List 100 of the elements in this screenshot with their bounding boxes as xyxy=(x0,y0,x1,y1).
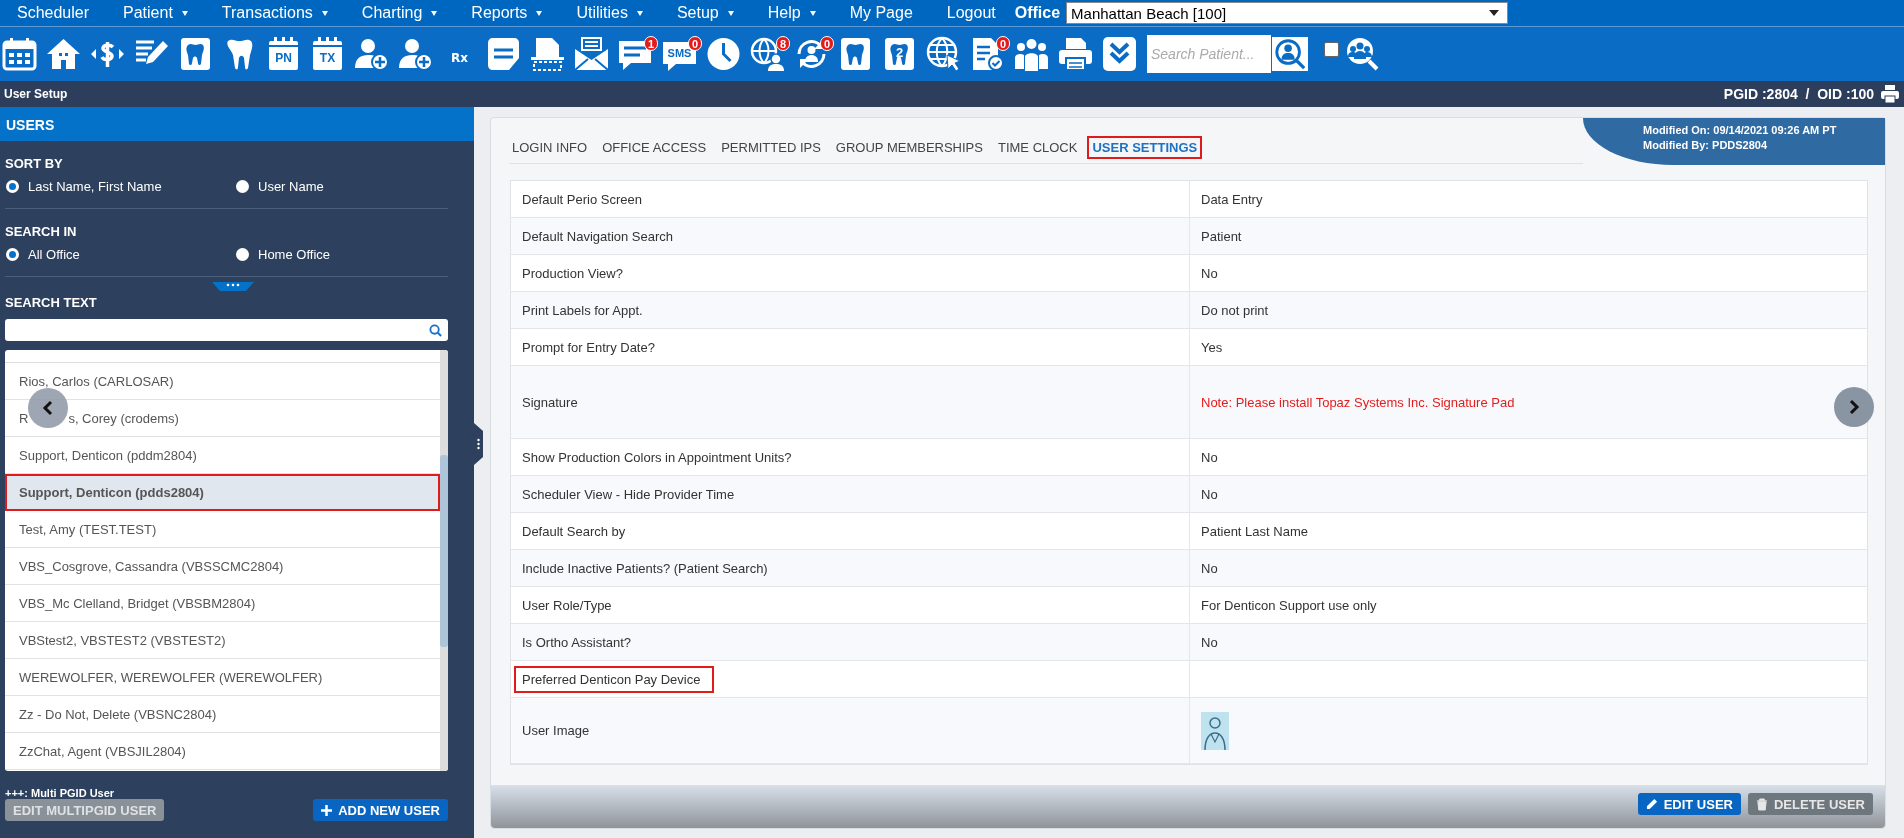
tab[interactable]: TIME CLOCK xyxy=(994,138,1081,157)
toolbar-button[interactable] xyxy=(1,35,38,73)
caret-icon xyxy=(809,10,816,16)
setting-label: Default Search by xyxy=(522,522,627,541)
user-avatar-icon xyxy=(1201,711,1229,750)
list-item[interactable]: Test, Amy (TEST.TEST) xyxy=(5,511,440,548)
count-badge: 8 xyxy=(775,36,790,51)
list-item[interactable]: ZzChat, Agent (VBSJIL2804) xyxy=(5,733,440,770)
modified-by-text: Modified By: PDDS2804 xyxy=(1643,139,1769,151)
scrollbar[interactable] xyxy=(440,350,448,771)
page-title: User Setup xyxy=(4,87,68,101)
count-badge: 0 xyxy=(819,36,834,51)
menu-item[interactable]: Setup xyxy=(659,0,751,26)
tab[interactable]: USER SETTINGS xyxy=(1089,138,1201,157)
search-field[interactable] xyxy=(5,319,448,341)
setting-value: No xyxy=(1201,634,1218,650)
caret-icon xyxy=(431,10,438,16)
toolbar-button[interactable] xyxy=(529,35,566,73)
toolbar-button[interactable]: 8 xyxy=(749,35,786,73)
caret-icon xyxy=(536,10,543,16)
list-item[interactable]: VBStest2, VBSTEST2 (VBSTEST2) xyxy=(5,622,440,659)
setting-label: Signature xyxy=(522,393,579,412)
tab[interactable]: GROUP MEMBERSHIPS xyxy=(832,138,986,157)
toolbar-button[interactable]: TX xyxy=(309,35,346,73)
section-label: SORT BY xyxy=(4,155,64,171)
setting-value: No xyxy=(1201,560,1218,576)
modified-on-text: Modified On: 09/14/2021 09:26 AM PT xyxy=(1643,124,1838,136)
scroll-thumb[interactable] xyxy=(440,455,448,647)
toolbar-button[interactable] xyxy=(485,35,522,73)
search-button[interactable] xyxy=(1271,36,1309,72)
trash-icon xyxy=(1756,797,1768,811)
toolbar-button[interactable]: Rx xyxy=(441,35,478,73)
menu-item[interactable]: Help xyxy=(750,0,833,26)
caret-icon xyxy=(636,10,643,16)
clock-icon xyxy=(705,35,742,73)
list-item[interactable]: WEREWOLFER, WEREWOLFER (WEREWOLFER) xyxy=(5,659,440,696)
list-item-text: s, Corey (crodems) xyxy=(68,410,179,426)
chevron-right-icon xyxy=(1848,399,1860,415)
caret-icon xyxy=(321,10,328,16)
setting-label: Scheduler View - Hide Provider Time xyxy=(522,485,736,504)
list-item[interactable]: Support, Denticon (pdds2804) xyxy=(5,474,440,511)
setting-label: User Role/Type xyxy=(522,596,613,615)
tab[interactable]: OFFICE ACCESS xyxy=(599,138,710,157)
setting-label: Show Production Colors in Appointment Units? xyxy=(522,448,793,467)
printer-icon xyxy=(1880,84,1900,104)
office-label: Office xyxy=(1014,4,1061,22)
menu-item[interactable]: Transactions xyxy=(204,0,345,26)
menu-item[interactable]: Logout xyxy=(929,0,1013,26)
menu-item[interactable]: Scheduler xyxy=(0,0,107,26)
radio-option[interactable]: Last Name, First Name xyxy=(6,179,236,194)
edit-user-button[interactable]: EDIT USER xyxy=(1637,793,1741,815)
list-item[interactable]: VBS_Cosgrove, Cassandra (VBSSCMC2804) xyxy=(5,548,440,585)
tab[interactable]: PERMITTED IPS xyxy=(718,138,824,157)
chevron-left-icon xyxy=(42,400,54,416)
globe-user-icon xyxy=(749,35,786,73)
setting-value: For Denticon Support use only xyxy=(1201,597,1377,613)
list-item-text: R xyxy=(19,410,29,426)
setting-label: Prompt for Entry Date? xyxy=(522,338,656,357)
chevron-icon xyxy=(1101,35,1138,73)
note-icon xyxy=(485,35,522,73)
pgid-text: PGID :2804 / OID :100 xyxy=(1723,86,1874,102)
setting-label: Default Navigation Search xyxy=(522,227,675,246)
checkbox[interactable] xyxy=(1324,41,1339,57)
radio-option[interactable]: All Office xyxy=(6,247,236,262)
toolbar-button[interactable] xyxy=(1101,35,1138,73)
tab[interactable]: LOGIN INFO xyxy=(509,138,591,157)
pencil-icon xyxy=(1645,798,1658,810)
setting-value: Patient Last Name xyxy=(1201,523,1308,539)
menu-item[interactable]: My Page xyxy=(832,0,930,26)
list-item[interactable]: Zz - Do Not, Delete (VBSNC2804) xyxy=(5,696,440,733)
setting-value: No xyxy=(1201,449,1218,465)
caret-icon xyxy=(181,10,188,16)
toolbar-button[interactable] xyxy=(573,35,610,73)
toolbar-button[interactable] xyxy=(925,35,962,73)
radio-option[interactable]: Home Office xyxy=(236,247,466,262)
globe-cursor-icon xyxy=(925,35,962,73)
delete-user-button[interactable]: DELETE USER xyxy=(1748,793,1873,815)
menu-item[interactable]: Patient xyxy=(106,0,205,26)
setting-label: Production View? xyxy=(522,264,624,283)
patient-search-field[interactable]: Search Patient... xyxy=(1147,35,1271,73)
radio-option[interactable]: User Name xyxy=(236,179,466,194)
menu-item[interactable]: Utilities xyxy=(559,0,660,26)
menu-item[interactable]: Reports xyxy=(454,0,560,26)
list-item[interactable]: VBS_Mc Clelland, Bridget (VBSBM2804) xyxy=(5,585,440,622)
caret-icon xyxy=(1489,10,1500,16)
warning-text: Note: Please install Topaz Systems Inc. Signature Pad xyxy=(1201,394,1515,410)
add-user-button[interactable]: ADD NEW USER xyxy=(313,799,448,821)
plus-icon xyxy=(321,804,333,816)
search-user-icon xyxy=(1273,37,1307,71)
toolbar-button[interactable] xyxy=(705,35,742,73)
toolbar-button[interactable]: PN xyxy=(265,35,302,73)
setting-value: Yes xyxy=(1201,339,1223,355)
legend-text: +++: Multi PGID User xyxy=(4,786,116,799)
toolbar-button[interactable]: 2 xyxy=(881,35,918,73)
setting-value: Do not print xyxy=(1201,302,1269,318)
setting-value: Data Entry xyxy=(1201,191,1263,207)
menu-item[interactable]: Charting xyxy=(344,0,455,26)
office-dropdown[interactable]: Manhattan Beach [100] xyxy=(1066,2,1509,24)
scanner-icon xyxy=(529,35,566,73)
setting-label: User Image xyxy=(522,722,591,740)
